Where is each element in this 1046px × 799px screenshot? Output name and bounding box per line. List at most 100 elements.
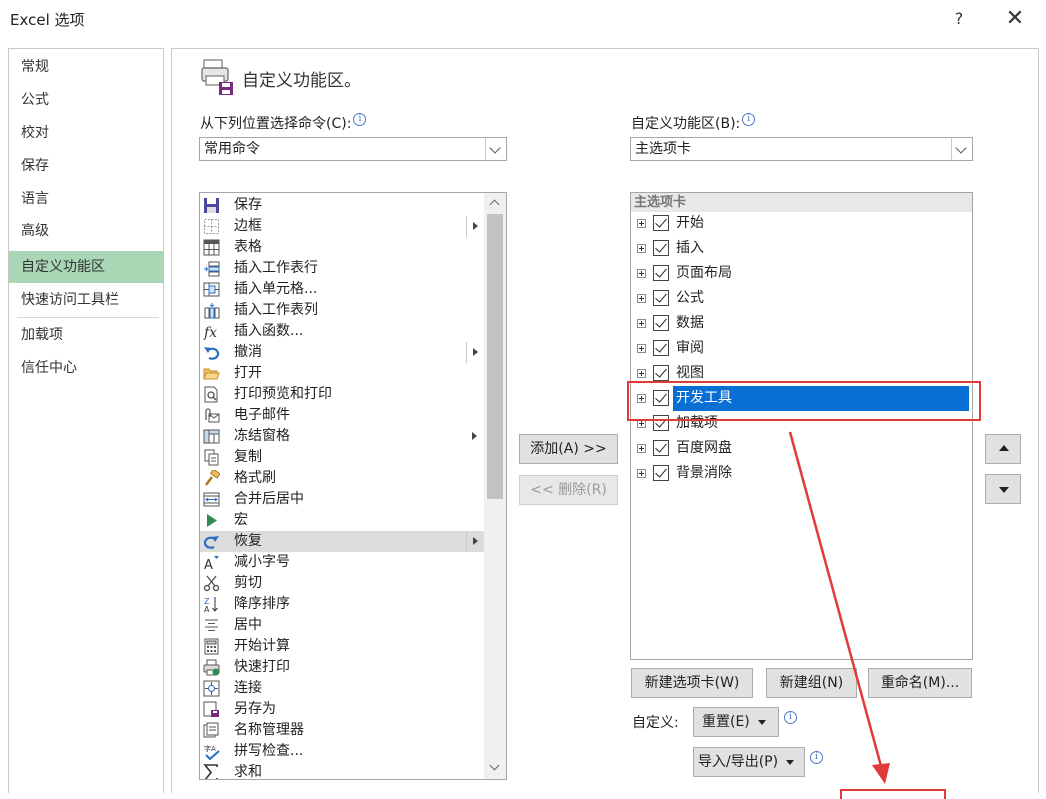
move-up-button[interactable] (985, 434, 1021, 464)
list-item[interactable]: 剪切 (200, 573, 486, 594)
submenu-arrow-icon (466, 342, 485, 363)
scrollbar-thumb[interactable] (487, 214, 503, 499)
tree-item-label[interactable]: 背景消除 (673, 461, 735, 486)
help-button[interactable]: ? (946, 6, 972, 32)
freeze-panes-icon (203, 429, 220, 444)
nav-item-save[interactable]: 保存 (9, 150, 163, 182)
expand-icon[interactable] (637, 294, 646, 303)
nav-item-proofing[interactable]: 校对 (9, 117, 163, 149)
nav-item-add-ins[interactable]: 加载项 (9, 319, 163, 351)
list-item[interactable]: 求和 (200, 762, 486, 779)
tree-item-home[interactable]: 开始 (631, 211, 972, 236)
insert-cells-icon (203, 282, 220, 297)
list-item[interactable]: 电子邮件 (200, 405, 486, 426)
nav-item-general[interactable]: 常规 (9, 51, 163, 83)
nav-item-language[interactable]: 语言 (9, 183, 163, 215)
add-button[interactable]: 添加(A) >> (519, 434, 618, 464)
expand-icon[interactable] (637, 344, 646, 353)
list-item[interactable]: 快速打印 (200, 657, 486, 678)
info-icon: i (810, 751, 823, 764)
list-item-label: 快速打印 (234, 659, 290, 675)
tab-checkbox[interactable] (653, 315, 669, 331)
new-group-button[interactable]: 新建组(N) (766, 668, 857, 698)
list-item[interactable]: 复制 (200, 447, 486, 468)
list-item[interactable]: 字A 拼写检查... (200, 741, 486, 762)
import-export-dropdown-button[interactable]: 导入/导出(P) (693, 747, 805, 777)
list-item[interactable]: 宏 (200, 510, 486, 531)
move-down-button[interactable] (985, 474, 1021, 504)
tab-checkbox[interactable] (653, 215, 669, 231)
tree-item-formulas[interactable]: 公式 (631, 286, 972, 311)
nav-item-formulas[interactable]: 公式 (9, 84, 163, 116)
list-item[interactable]: 插入工作表行 (200, 258, 486, 279)
nav-item-advanced[interactable]: 高级 (9, 215, 163, 247)
expand-icon[interactable] (637, 444, 646, 453)
expand-icon[interactable] (637, 469, 646, 478)
tree-item-label[interactable]: 公式 (673, 286, 707, 311)
tree-item-label[interactable]: 插入 (673, 236, 707, 261)
list-item[interactable]: 连接 (200, 678, 486, 699)
list-item[interactable]: 插入单元格... (200, 279, 486, 300)
tab-checkbox[interactable] (653, 290, 669, 306)
tree-item-label[interactable]: 开始 (673, 211, 707, 236)
expand-icon[interactable] (637, 219, 646, 228)
expand-icon[interactable] (637, 319, 646, 328)
remove-button[interactable]: << 删除(R) (519, 475, 618, 505)
scroll-up-icon[interactable] (484, 193, 506, 213)
nav-item-trust-center[interactable]: 信任中心 (9, 352, 163, 384)
nav-item-customize-ribbon[interactable]: 自定义功能区 (9, 251, 163, 283)
tree-item-review[interactable]: 审阅 (631, 336, 972, 361)
tree-header: 主选项卡 (631, 193, 972, 212)
tree-item-label[interactable]: 页面布局 (673, 261, 735, 286)
tree-item-background-removal[interactable]: 背景消除 (631, 461, 972, 486)
tree-item-label[interactable]: 审阅 (673, 336, 707, 361)
customize-ribbon-dropdown[interactable]: 主选项卡 (630, 137, 973, 161)
list-item[interactable]: 名称管理器 (200, 720, 486, 741)
tab-checkbox[interactable] (653, 265, 669, 281)
list-item[interactable]: 打印预览和打印 (200, 384, 486, 405)
list-item[interactable]: 开始计算 (200, 636, 486, 657)
list-item[interactable]: 另存为 (200, 699, 486, 720)
list-item[interactable]: ZA 降序排序 (200, 594, 486, 615)
scroll-down-icon[interactable] (484, 759, 506, 779)
expand-icon[interactable] (637, 369, 646, 378)
new-tab-button[interactable]: 新建选项卡(W) (631, 668, 753, 698)
tree-item-insert[interactable]: 插入 (631, 236, 972, 261)
close-button[interactable]: ✕ (998, 4, 1032, 34)
nav-item-quick-access-toolbar[interactable]: 快速访问工具栏 (9, 284, 163, 316)
tree-item-data[interactable]: 数据 (631, 311, 972, 336)
list-item[interactable]: fx 插入函数... (200, 321, 486, 342)
tab-checkbox[interactable] (653, 365, 669, 381)
tree-item-baidu-netdisk[interactable]: 百度网盘 (631, 436, 972, 461)
list-item[interactable]: A 减小字号 (200, 552, 486, 573)
list-item[interactable]: 合并后居中 (200, 489, 486, 510)
expand-icon[interactable] (637, 244, 646, 253)
list-item[interactable]: 边框 (200, 216, 486, 237)
choose-commands-dropdown[interactable]: 常用命令 (199, 137, 507, 161)
save-as-icon (203, 701, 219, 717)
ribbon-tabs-tree[interactable]: 主选项卡 开始 插入 页面布局 公式 数据 审阅 视图 开发工具 加载项 百度网… (630, 192, 973, 660)
list-item[interactable]: 冻结窗格 (200, 426, 486, 447)
list-item[interactable]: 撤消 (200, 342, 486, 363)
list-item[interactable]: 居中 (200, 615, 486, 636)
tab-checkbox[interactable] (653, 340, 669, 356)
rename-button[interactable]: 重命名(M)... (868, 668, 972, 698)
list-item[interactable]: 恢复 (200, 531, 486, 552)
list-item[interactable]: 打开 (200, 363, 486, 384)
format-painter-icon (205, 470, 220, 486)
tab-checkbox[interactable] (653, 440, 669, 456)
list-item[interactable]: 保存 (200, 195, 486, 216)
tab-checkbox[interactable] (653, 240, 669, 256)
nav-divider (17, 317, 159, 318)
reset-dropdown-button[interactable]: 重置(E) (693, 707, 779, 737)
list-item[interactable]: 表格 (200, 237, 486, 258)
list-item[interactable]: 插入工作表列 (200, 300, 486, 321)
tab-checkbox[interactable] (653, 465, 669, 481)
list-item[interactable]: 格式刷 (200, 468, 486, 489)
tree-item-page-layout[interactable]: 页面布局 (631, 261, 972, 286)
expand-icon[interactable] (637, 269, 646, 278)
command-list[interactable]: 保存 边框 表格 插入工作表行 插入单元格... 插入工作表列 fx 插入函数.… (199, 192, 507, 780)
tree-item-label[interactable]: 数据 (673, 311, 707, 336)
tree-item-label[interactable]: 百度网盘 (673, 436, 735, 461)
list-item-label: 恢复 (234, 533, 262, 549)
